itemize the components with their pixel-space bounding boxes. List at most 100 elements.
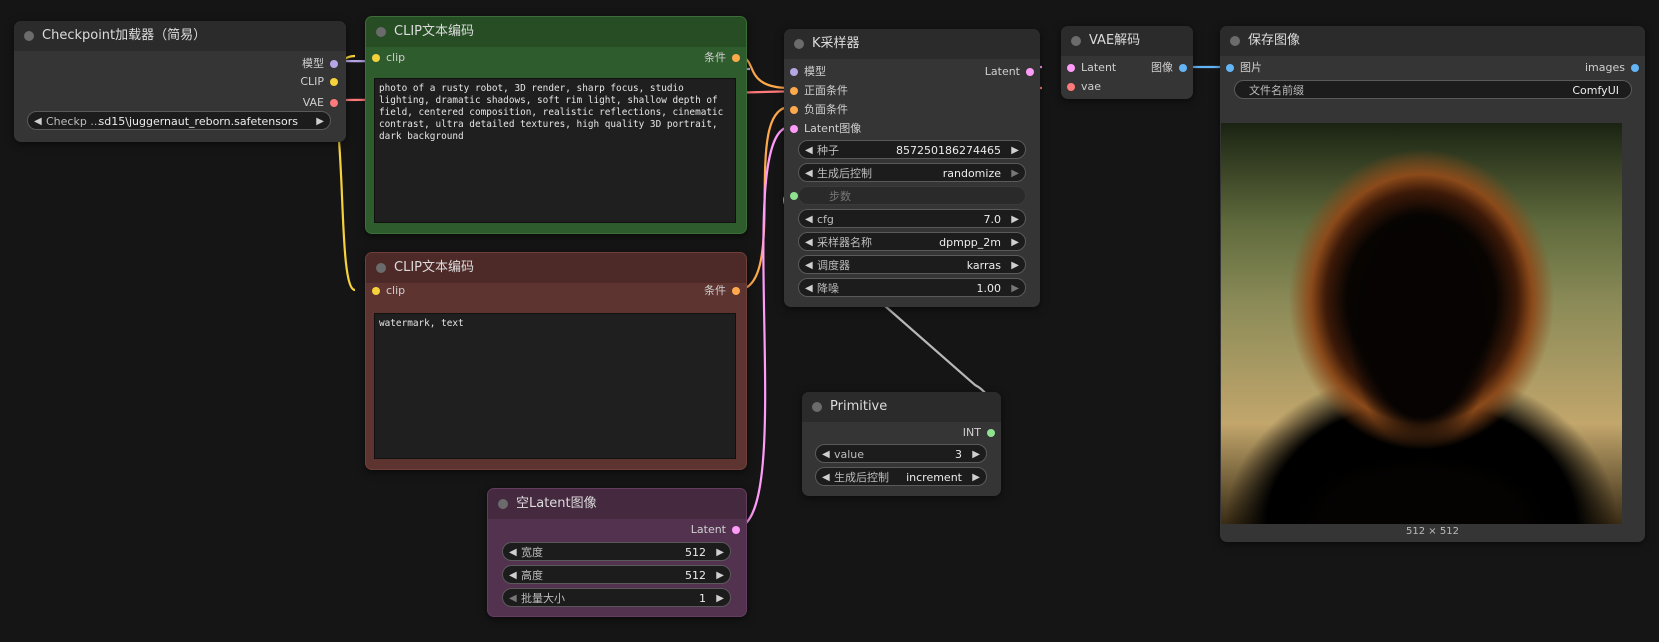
slot-dot-icon[interactable]: [732, 54, 740, 62]
node-title[interactable]: 保存图像: [1220, 26, 1645, 56]
arrow-right-icon[interactable]: ▶: [316, 112, 324, 131]
arrow-right-icon[interactable]: ▶: [716, 589, 724, 608]
ckpt-name-widget[interactable]: ◀ Checkp ... sd15\juggernaut_reborn.safe…: [27, 111, 331, 130]
node-title[interactable]: K采样器: [784, 29, 1040, 59]
output-clip[interactable]: CLIP: [300, 75, 338, 89]
arrow-right-icon[interactable]: ▶: [1011, 164, 1019, 183]
node-title[interactable]: Checkpoint加载器（简易）: [14, 21, 346, 51]
arrow-left-icon[interactable]: ◀: [34, 112, 42, 131]
node-title[interactable]: Primitive: [802, 392, 1001, 422]
arrow-left-icon[interactable]: ◀: [805, 141, 813, 160]
slot-dot-icon[interactable]: [732, 526, 740, 534]
slot-dot-icon[interactable]: [987, 429, 995, 437]
prompt-textarea[interactable]: watermark, text: [374, 313, 736, 459]
output-conditioning[interactable]: 条件: [704, 51, 740, 65]
input-model[interactable]: 模型: [790, 65, 826, 79]
input-latent[interactable]: Latent图像: [790, 122, 861, 136]
arrow-left-icon[interactable]: ◀: [805, 164, 813, 183]
arrow-right-icon[interactable]: ▶: [716, 543, 724, 562]
input-positive[interactable]: 正面条件: [790, 84, 848, 98]
batch-size-widget[interactable]: ◀ 批量大小 1 ▶: [502, 588, 731, 607]
slot-dot-icon[interactable]: [732, 287, 740, 295]
slot-dot-icon[interactable]: [330, 99, 338, 107]
node-clip-negative[interactable]: CLIP文本编码 clip 条件 watermark, text: [365, 252, 747, 470]
sampler-name-widget[interactable]: ◀ 采样器名称 dpmpp_2m ▶: [798, 232, 1026, 251]
input-vae[interactable]: vae: [1067, 80, 1101, 94]
control-after-generate-widget[interactable]: ◀ 生成后控制 randomize ▶: [798, 163, 1026, 182]
output-image[interactable]: 图像: [1151, 61, 1187, 75]
collapse-dot-icon[interactable]: [498, 499, 508, 509]
input-images[interactable]: 图片: [1226, 61, 1262, 75]
collapse-dot-icon[interactable]: [24, 31, 34, 41]
output-latent[interactable]: Latent: [985, 65, 1034, 79]
arrow-right-icon[interactable]: ▶: [1011, 279, 1019, 298]
node-title[interactable]: 空Latent图像: [488, 489, 746, 519]
arrow-left-icon[interactable]: ◀: [822, 445, 830, 464]
output-conditioning[interactable]: 条件: [704, 284, 740, 298]
node-title[interactable]: VAE解码: [1061, 26, 1193, 56]
image-preview[interactable]: [1221, 123, 1622, 524]
output-vae[interactable]: VAE: [303, 96, 338, 110]
node-title[interactable]: CLIP文本编码: [366, 17, 746, 47]
node-vae-decode[interactable]: VAE解码 Latent vae 图像: [1061, 26, 1193, 99]
slot-dot-icon[interactable]: [1067, 83, 1075, 91]
arrow-right-icon[interactable]: ▶: [1011, 210, 1019, 229]
control-after-generate-widget[interactable]: ◀ 生成后控制 increment ▶: [815, 467, 987, 486]
value-widget[interactable]: ◀ value 3 ▶: [815, 444, 987, 463]
arrow-left-icon[interactable]: ◀: [805, 279, 813, 298]
slot-dot-icon[interactable]: [1067, 64, 1075, 72]
arrow-left-icon[interactable]: ◀: [822, 468, 830, 487]
slot-dot-icon[interactable]: [1179, 64, 1187, 72]
collapse-dot-icon[interactable]: [1071, 36, 1081, 46]
height-widget[interactable]: ◀ 高度 512 ▶: [502, 565, 731, 584]
input-clip[interactable]: clip: [372, 284, 405, 298]
arrow-left-icon[interactable]: ◀: [805, 233, 813, 252]
input-negative[interactable]: 负面条件: [790, 103, 848, 117]
slot-dot-icon[interactable]: [372, 287, 380, 295]
arrow-right-icon[interactable]: ▶: [972, 468, 980, 487]
node-title[interactable]: CLIP文本编码: [366, 253, 746, 283]
filename-prefix-widget[interactable]: 文件名前缀 ComfyUI: [1234, 80, 1632, 99]
node-save-image[interactable]: 保存图像 图片 images 文件名前缀 ComfyUI 512 × 512: [1220, 26, 1645, 542]
width-widget[interactable]: ◀ 宽度 512 ▶: [502, 542, 731, 561]
slot-dot-icon[interactable]: [330, 60, 338, 68]
arrow-left-icon[interactable]: ◀: [805, 210, 813, 229]
input-latent[interactable]: Latent: [1067, 61, 1116, 75]
arrow-right-icon[interactable]: ▶: [1011, 141, 1019, 160]
output-images[interactable]: images: [1585, 61, 1639, 75]
arrow-left-icon[interactable]: ◀: [509, 589, 517, 608]
seed-widget[interactable]: ◀ 种子 857250186274465 ▶: [798, 140, 1026, 159]
cfg-widget[interactable]: ◀ cfg 7.0 ▶: [798, 209, 1026, 228]
arrow-right-icon[interactable]: ▶: [1011, 256, 1019, 275]
slot-dot-icon[interactable]: [1631, 64, 1639, 72]
arrow-right-icon[interactable]: ▶: [716, 566, 724, 585]
node-primitive[interactable]: Primitive INT ◀ value 3 ▶ ◀ 生成后控制 increment ▶: [802, 392, 1001, 496]
slot-dot-icon[interactable]: [1026, 68, 1034, 76]
scheduler-widget[interactable]: ◀ 调度器 karras ▶: [798, 255, 1026, 274]
node-ksampler[interactable]: K采样器 模型 正面条件 负面条件 Latent图像 Latent ◀ 种子 857…: [784, 29, 1040, 307]
arrow-right-icon[interactable]: ▶: [1011, 233, 1019, 252]
node-empty-latent[interactable]: 空Latent图像 Latent ◀ 宽度 512 ▶ ◀ 高度 512 ▶ ◀ 批量大小 1 ▶: [487, 488, 747, 617]
output-int[interactable]: INT: [963, 426, 995, 440]
output-latent[interactable]: Latent: [691, 523, 740, 537]
slot-dot-icon[interactable]: [790, 68, 798, 76]
slot-dot-icon[interactable]: [1226, 64, 1234, 72]
slot-dot-icon[interactable]: [330, 78, 338, 86]
node-clip-positive[interactable]: CLIP文本编码 clip 条件 photo of a rusty robot,…: [365, 16, 747, 234]
prompt-textarea[interactable]: photo of a rusty robot, 3D render, sharp…: [374, 78, 736, 223]
collapse-dot-icon[interactable]: [376, 27, 386, 37]
slot-dot-icon[interactable]: [790, 87, 798, 95]
denoise-widget[interactable]: ◀ 降噪 1.00 ▶: [798, 278, 1026, 297]
arrow-right-icon[interactable]: ▶: [972, 445, 980, 464]
node-checkpoint-loader[interactable]: Checkpoint加载器（简易） 模型 CLIP VAE ◀ Checkp .…: [14, 21, 346, 142]
slot-dot-icon[interactable]: [790, 125, 798, 133]
arrow-left-icon[interactable]: ◀: [509, 543, 517, 562]
collapse-dot-icon[interactable]: [1230, 36, 1240, 46]
slot-dot-icon[interactable]: [372, 54, 380, 62]
output-model[interactable]: 模型: [302, 57, 338, 71]
collapse-dot-icon[interactable]: [794, 39, 804, 49]
slot-dot-icon[interactable]: [790, 106, 798, 114]
arrow-left-icon[interactable]: ◀: [509, 566, 517, 585]
collapse-dot-icon[interactable]: [812, 402, 822, 412]
input-clip[interactable]: clip: [372, 51, 405, 65]
